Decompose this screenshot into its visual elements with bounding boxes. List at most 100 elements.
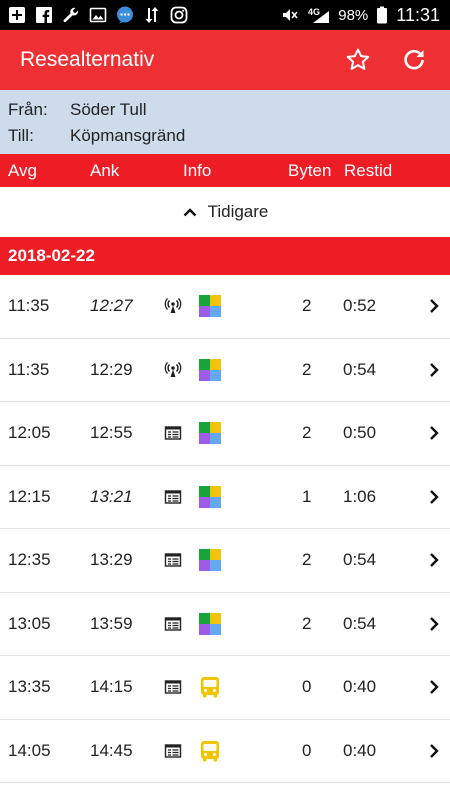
chevron-right-icon: [426, 743, 442, 759]
trip-duration: 0:40: [343, 740, 377, 760]
changes-count: 2: [302, 296, 312, 316]
date-header: 2018-02-22: [0, 237, 450, 275]
changes-count: 2: [302, 359, 312, 379]
arrival-time: 12:29: [90, 359, 133, 379]
facebook-icon: [35, 6, 53, 24]
col-changes: Byten: [288, 161, 332, 180]
departure-time: 12:05: [8, 423, 51, 443]
instagram-icon: [170, 6, 188, 24]
chevron-right-icon: [426, 362, 442, 378]
trip-duration: 0:40: [343, 677, 377, 697]
departure-time: 13:35: [8, 677, 51, 697]
changes-count: 2: [302, 423, 312, 443]
col-departure: Avg: [8, 161, 37, 180]
battery-percent: 98%: [338, 6, 369, 24]
departure-time: 12:35: [8, 550, 51, 570]
timetable-icon: [164, 424, 182, 442]
timetable-icon: [164, 551, 182, 569]
trip-duration: 0:50: [343, 423, 377, 443]
changes-count: 0: [302, 677, 312, 697]
refresh-icon: [404, 49, 424, 70]
timetable-icon: [164, 615, 182, 633]
network-4g-icon: 4G: [306, 6, 330, 24]
mixed-transport-icon: [198, 358, 222, 382]
trip-duration: 0:54: [343, 613, 377, 633]
chevron-right-icon: [426, 425, 442, 441]
from-label: Från:: [8, 100, 48, 119]
timetable-icon: [164, 678, 182, 696]
chevron-right-icon: [426, 298, 442, 314]
mixed-transport-icon: [198, 421, 222, 445]
arrival-time: 12:55: [90, 423, 133, 443]
route-from: Från: Söder Tull: [8, 98, 442, 122]
trip-row[interactable]: 13:05 13:59 2 0:54: [0, 593, 450, 656]
departure-time: 11:35: [8, 296, 50, 316]
chevron-right-icon: [426, 552, 442, 568]
add-box-icon: [8, 6, 26, 24]
trip-row[interactable]: 14:05 14:45 0 0:40: [0, 720, 450, 783]
column-headers: Avg Ank Info Byten Restid: [0, 154, 450, 187]
col-duration: Restid: [344, 161, 393, 180]
trip-list: 11:35 12:27 2 0:52 11:35 12:29 2 0:54 12:05 12:55…: [0, 275, 450, 783]
changes-count: 2: [302, 613, 312, 633]
changes-count: 0: [302, 740, 312, 760]
favorite-button[interactable]: [330, 32, 386, 88]
trip-row[interactable]: 11:35 12:27 2 0:52: [0, 275, 450, 339]
svg-text:4G: 4G: [308, 7, 320, 17]
chat-bubble-icon: [116, 6, 134, 24]
from-value: Söder Tull: [70, 100, 147, 119]
wrench-icon: [62, 6, 80, 24]
trip-row[interactable]: 13:35 14:15 0 0:40: [0, 656, 450, 720]
departure-time: 12:15: [8, 486, 51, 506]
clock: 11:31: [396, 4, 440, 25]
image-icon: [89, 6, 107, 24]
battery-icon: [376, 6, 388, 24]
trip-row[interactable]: 11:35 12:29 2 0:54: [0, 339, 450, 402]
trip-duration: 0:54: [343, 359, 377, 379]
mixed-transport-icon: [198, 485, 222, 509]
arrival-time: 14:45: [90, 740, 133, 760]
to-label: Till:: [8, 126, 34, 145]
mute-icon: [280, 6, 298, 24]
chevron-right-icon: [426, 489, 442, 505]
timetable-icon: [164, 742, 182, 760]
departure-time: 14:05: [8, 740, 51, 760]
changes-count: 1: [302, 486, 312, 506]
realtime-signal-icon: [164, 361, 182, 379]
chevron-right-icon: [426, 616, 442, 632]
trip-row[interactable]: 12:15 13:21 1 1:06: [0, 466, 450, 529]
trip-row[interactable]: 12:05 12:55 2 0:50: [0, 402, 450, 466]
mixed-transport-icon: [198, 612, 222, 636]
page-title: Resealternativ: [20, 48, 155, 71]
chevron-up-icon: [183, 208, 196, 217]
arrival-time: 13:29: [90, 550, 133, 570]
trip-duration: 0:52: [343, 296, 377, 316]
route-summary: Från: Söder Tull Till: Köpmansgränd: [0, 90, 450, 154]
arrival-time: 14:15: [90, 677, 133, 697]
star-outline-icon: [346, 48, 370, 70]
app-bar: Resealternativ: [0, 30, 450, 90]
trip-duration: 0:54: [343, 550, 377, 570]
notification-icons: [0, 6, 188, 24]
changes-count: 2: [302, 550, 312, 570]
earlier-label: Tidigare: [207, 202, 269, 221]
realtime-signal-icon: [164, 297, 182, 315]
chevron-right-icon: [426, 679, 442, 695]
data-transfer-icon: [143, 6, 161, 24]
timetable-icon: [164, 488, 182, 506]
mixed-transport-icon: [198, 294, 222, 318]
trip-row[interactable]: 12:35 13:29 2 0:54: [0, 529, 450, 593]
refresh-button[interactable]: [386, 32, 442, 88]
trip-duration: 1:06: [343, 486, 377, 506]
status-bar: 4G 98% 11:31: [0, 0, 450, 30]
status-right: 4G 98% 11:31: [280, 5, 450, 26]
route-to: Till: Köpmansgränd: [8, 124, 442, 148]
arrival-time: 13:21: [90, 486, 133, 506]
to-value: Köpmansgränd: [70, 126, 186, 145]
mixed-transport-icon: [198, 548, 222, 572]
col-arrival: Ank: [90, 161, 120, 180]
bus-icon: [198, 739, 222, 763]
earlier-button[interactable]: Tidigare: [0, 187, 450, 237]
arrival-time: 12:27: [90, 296, 133, 316]
bus-icon: [198, 675, 222, 699]
